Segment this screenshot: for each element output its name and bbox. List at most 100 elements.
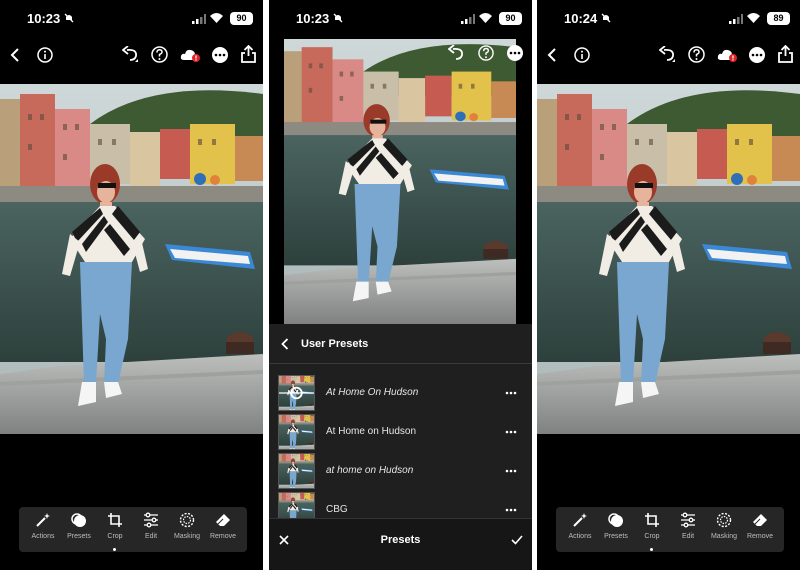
wand-icon — [36, 513, 50, 527]
preset-thumbnail — [278, 453, 315, 489]
tool-actions[interactable]: Actions — [25, 512, 61, 552]
preset-item[interactable]: At Home On Hudson — [278, 375, 523, 411]
tool-label: Edit — [144, 533, 158, 540]
tool-crop[interactable]: Crop — [634, 512, 670, 552]
help-icon[interactable] — [688, 46, 705, 63]
signal-icon — [192, 14, 206, 24]
status-time: 10:23 — [27, 11, 61, 26]
preset-item[interactable]: At Home on Hudson — [278, 414, 523, 450]
status-bar: 10:23 90 — [0, 0, 263, 38]
preset-thumbnail — [278, 414, 315, 450]
more-options-icon[interactable] — [507, 45, 523, 61]
tool-crop[interactable]: Crop — [97, 512, 133, 552]
tool-label: Masking — [173, 533, 201, 540]
info-icon[interactable] — [574, 47, 590, 63]
tool-label: Presets — [67, 533, 91, 540]
preset-name: At Home on Hudson — [326, 426, 417, 437]
back-icon[interactable] — [10, 48, 20, 62]
photo-preview[interactable] — [0, 84, 263, 434]
cloud-sync-icon[interactable] — [180, 47, 202, 63]
eraser-icon — [753, 514, 767, 526]
tool-edit[interactable]: Edit — [133, 512, 169, 552]
presets-panel-header: User Presets — [269, 324, 532, 364]
tool-label: Crop — [107, 533, 123, 540]
tool-actions[interactable]: Actions — [562, 512, 598, 552]
crop-icon — [108, 513, 122, 527]
tool-remove[interactable]: Remove — [205, 512, 241, 552]
wifi-icon — [210, 13, 223, 23]
status-bar: 10:23 90 — [269, 0, 532, 38]
presets-footer-title: Presets — [380, 534, 421, 546]
battery-indicator: 90 — [499, 12, 522, 25]
tool-remove[interactable]: Remove — [742, 512, 778, 552]
silent-bell-icon — [601, 13, 611, 23]
phone-screen-3: 10:24 89 Actions Presets Crop Edit Maski… — [537, 0, 800, 570]
preset-more-icon[interactable] — [505, 469, 517, 473]
preset-name: at home on Hudson — [326, 465, 414, 476]
photo-preview[interactable] — [284, 39, 516, 324]
tool-label: Crop — [644, 533, 660, 540]
share-icon[interactable] — [778, 45, 793, 63]
status-bar: 10:24 89 — [537, 0, 800, 38]
preset-more-icon[interactable] — [505, 391, 517, 395]
back-icon[interactable] — [547, 48, 557, 62]
checkmark-icon[interactable] — [511, 535, 523, 545]
silent-bell-icon — [333, 13, 343, 23]
masking-icon — [716, 512, 732, 528]
battery-indicator: 90 — [230, 12, 253, 25]
wifi-icon — [479, 13, 492, 23]
sliders-icon — [681, 512, 695, 528]
tool-masking[interactable]: Masking — [706, 512, 742, 552]
signal-icon — [461, 14, 475, 24]
tool-masking[interactable]: Masking — [169, 512, 205, 552]
tool-label: Actions — [568, 533, 592, 540]
back-chevron-icon[interactable] — [281, 338, 289, 350]
silent-bell-icon — [64, 13, 74, 23]
preset-name: At Home On Hudson — [326, 387, 419, 398]
selection-dot — [650, 548, 653, 551]
tool-label: Masking — [710, 533, 738, 540]
signal-icon — [729, 14, 743, 24]
more-options-icon[interactable] — [212, 47, 228, 63]
masking-icon — [179, 512, 195, 528]
preset-item[interactable]: at home on Hudson — [278, 453, 523, 489]
wifi-icon — [747, 13, 760, 23]
undo-icon[interactable] — [448, 45, 466, 63]
crop-icon — [645, 513, 659, 527]
tool-label: Presets — [604, 533, 628, 540]
preset-group-title: User Presets — [301, 338, 369, 350]
tool-label: Actions — [31, 533, 55, 540]
undo-icon[interactable] — [659, 46, 677, 64]
selection-dot — [113, 548, 116, 551]
battery-indicator: 89 — [767, 12, 790, 25]
preset-thumbnail — [278, 375, 315, 411]
edit-toolbar: Actions Presets Crop Edit Masking Remove — [556, 507, 784, 552]
preset-more-icon[interactable] — [505, 430, 517, 434]
undo-icon[interactable] — [122, 46, 140, 64]
photo-preview[interactable] — [537, 84, 800, 434]
tool-label: Edit — [681, 533, 695, 540]
sliders-icon — [144, 512, 158, 528]
tool-presets[interactable]: Presets — [61, 512, 97, 552]
more-options-icon[interactable] — [749, 47, 765, 63]
presets-icon — [71, 513, 86, 527]
share-icon[interactable] — [241, 45, 256, 63]
preset-name: CBG — [326, 504, 348, 515]
status-time: 10:24 — [564, 11, 598, 26]
wand-icon — [573, 513, 587, 527]
preset-more-icon[interactable] — [505, 508, 517, 512]
help-icon[interactable] — [151, 46, 168, 63]
tool-presets[interactable]: Presets — [598, 512, 634, 552]
tool-label: Remove — [746, 533, 774, 540]
eraser-icon — [216, 514, 230, 526]
help-icon[interactable] — [478, 45, 494, 61]
cloud-sync-icon[interactable] — [717, 47, 739, 63]
status-time: 10:23 — [296, 11, 330, 26]
presets-icon — [608, 513, 623, 527]
presets-panel: User Presets At Home On Hudson At Home o… — [269, 324, 532, 570]
phone-screen-1: 10:23 90 Actions Presets Crop Edit Maski… — [0, 0, 263, 570]
tool-label: Remove — [209, 533, 237, 540]
phone-screen-2: 10:23 90 User Presets At Home On Hudson … — [269, 0, 532, 570]
tool-edit[interactable]: Edit — [670, 512, 706, 552]
info-icon[interactable] — [37, 47, 53, 63]
